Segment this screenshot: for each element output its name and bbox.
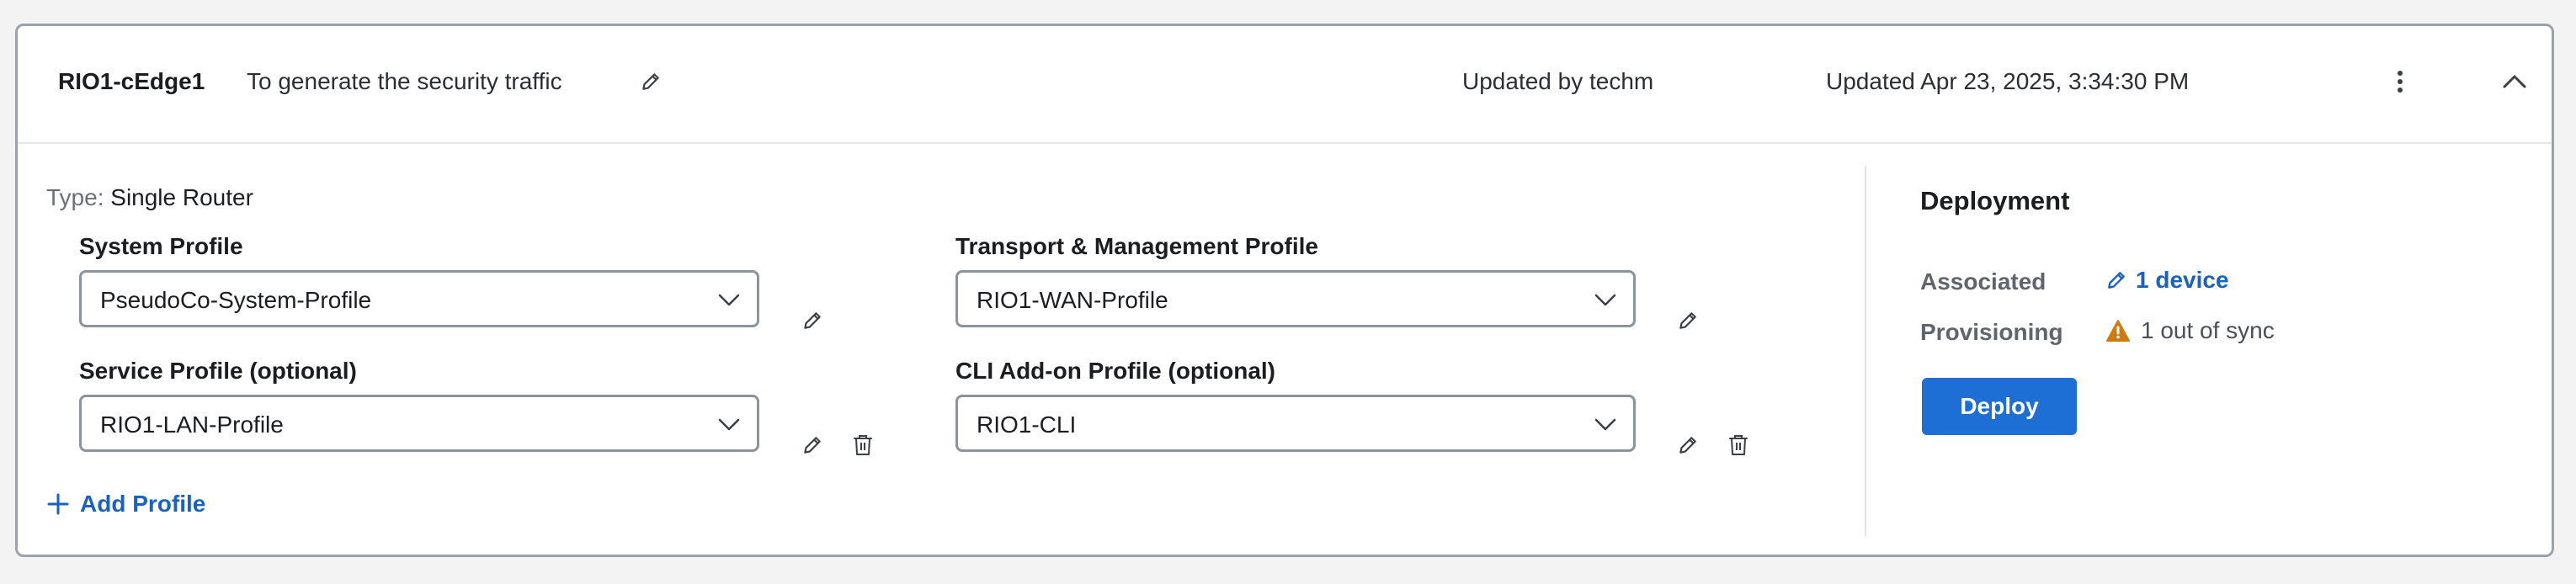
service-profile-select[interactable]: RIO1-LAN-Profile [79, 395, 759, 452]
edit-service-profile-button[interactable] [796, 428, 829, 462]
section-divider [1865, 166, 1866, 536]
pencil-icon [804, 437, 821, 454]
service-profile-value: RIO1-LAN-Profile [100, 411, 284, 438]
type-line: Type: Single Router [46, 184, 253, 211]
deploy-button-label: Deploy [1960, 393, 2039, 419]
add-profile-label: Add Profile [80, 491, 206, 517]
add-profile-button[interactable]: Add Profile [46, 491, 205, 518]
delete-service-profile-button[interactable] [846, 428, 880, 462]
deployment-title: Deployment [1920, 186, 2070, 215]
collapse-button[interactable] [2496, 63, 2533, 100]
pencil-icon [804, 312, 821, 329]
chevron-down-icon [718, 294, 740, 306]
cli-profile-label: CLI Add-on Profile (optional) [955, 358, 1276, 384]
system-profile-select[interactable]: PseudoCo-System-Profile [79, 270, 759, 327]
updated-at: Updated Apr 23, 2025, 3:34:30 PM [1826, 68, 2190, 94]
type-value: Single Router [110, 184, 253, 210]
provisioning-value: 1 out of sync [2141, 317, 2275, 343]
transport-profile-select[interactable]: RIO1-WAN-Profile [955, 270, 1636, 327]
transport-profile-label: Transport & Management Profile [955, 233, 1318, 259]
system-profile-value: PseudoCo-System-Profile [100, 287, 372, 313]
deploy-button[interactable]: Deploy [1922, 378, 2077, 435]
cli-profile-select[interactable]: RIO1-CLI [955, 395, 1636, 452]
type-label: Type: [46, 184, 104, 210]
chevron-up-icon [2503, 75, 2526, 88]
edit-description-button[interactable] [634, 65, 668, 98]
card-header: RIO1-cEdge1 To generate the security tra… [18, 26, 2552, 144]
device-description: To generate the security traffic [247, 68, 562, 94]
associated-value: 1 device [2136, 267, 2229, 293]
cli-profile-value: RIO1-CLI [977, 411, 1077, 438]
provisioning-status: 1 out of sync [2105, 317, 2275, 344]
pencil-icon [642, 73, 659, 90]
trash-icon [1729, 435, 1748, 455]
associated-label: Associated [1920, 268, 2046, 295]
trash-icon [854, 435, 872, 455]
pencil-icon [1679, 437, 1696, 454]
chevron-down-icon [1594, 294, 1616, 306]
chevron-down-icon [718, 418, 740, 431]
pencil-icon [1679, 312, 1696, 329]
system-profile-label: System Profile [79, 233, 243, 259]
associated-devices-link[interactable]: 1 device [2105, 267, 2229, 294]
transport-profile-value: RIO1-WAN-Profile [977, 287, 1168, 313]
warning-icon [2106, 320, 2130, 342]
service-profile-label: Service Profile (optional) [79, 358, 357, 384]
provisioning-label: Provisioning [1920, 319, 2063, 345]
device-name: RIO1-cEdge1 [58, 68, 205, 94]
configuration-card: RIO1-cEdge1 To generate the security tra… [15, 24, 2554, 557]
kebab-menu-icon [2398, 71, 2403, 93]
updated-by: Updated by techm [1462, 68, 1654, 94]
more-options-button[interactable] [2383, 63, 2417, 100]
plus-icon [47, 493, 69, 515]
pencil-icon [2108, 272, 2125, 289]
delete-cli-profile-button[interactable] [1722, 428, 1755, 462]
edit-system-profile-button[interactable] [796, 304, 829, 337]
edit-cli-profile-button[interactable] [1671, 428, 1705, 462]
chevron-down-icon [1594, 418, 1616, 431]
edit-transport-profile-button[interactable] [1671, 304, 1705, 337]
